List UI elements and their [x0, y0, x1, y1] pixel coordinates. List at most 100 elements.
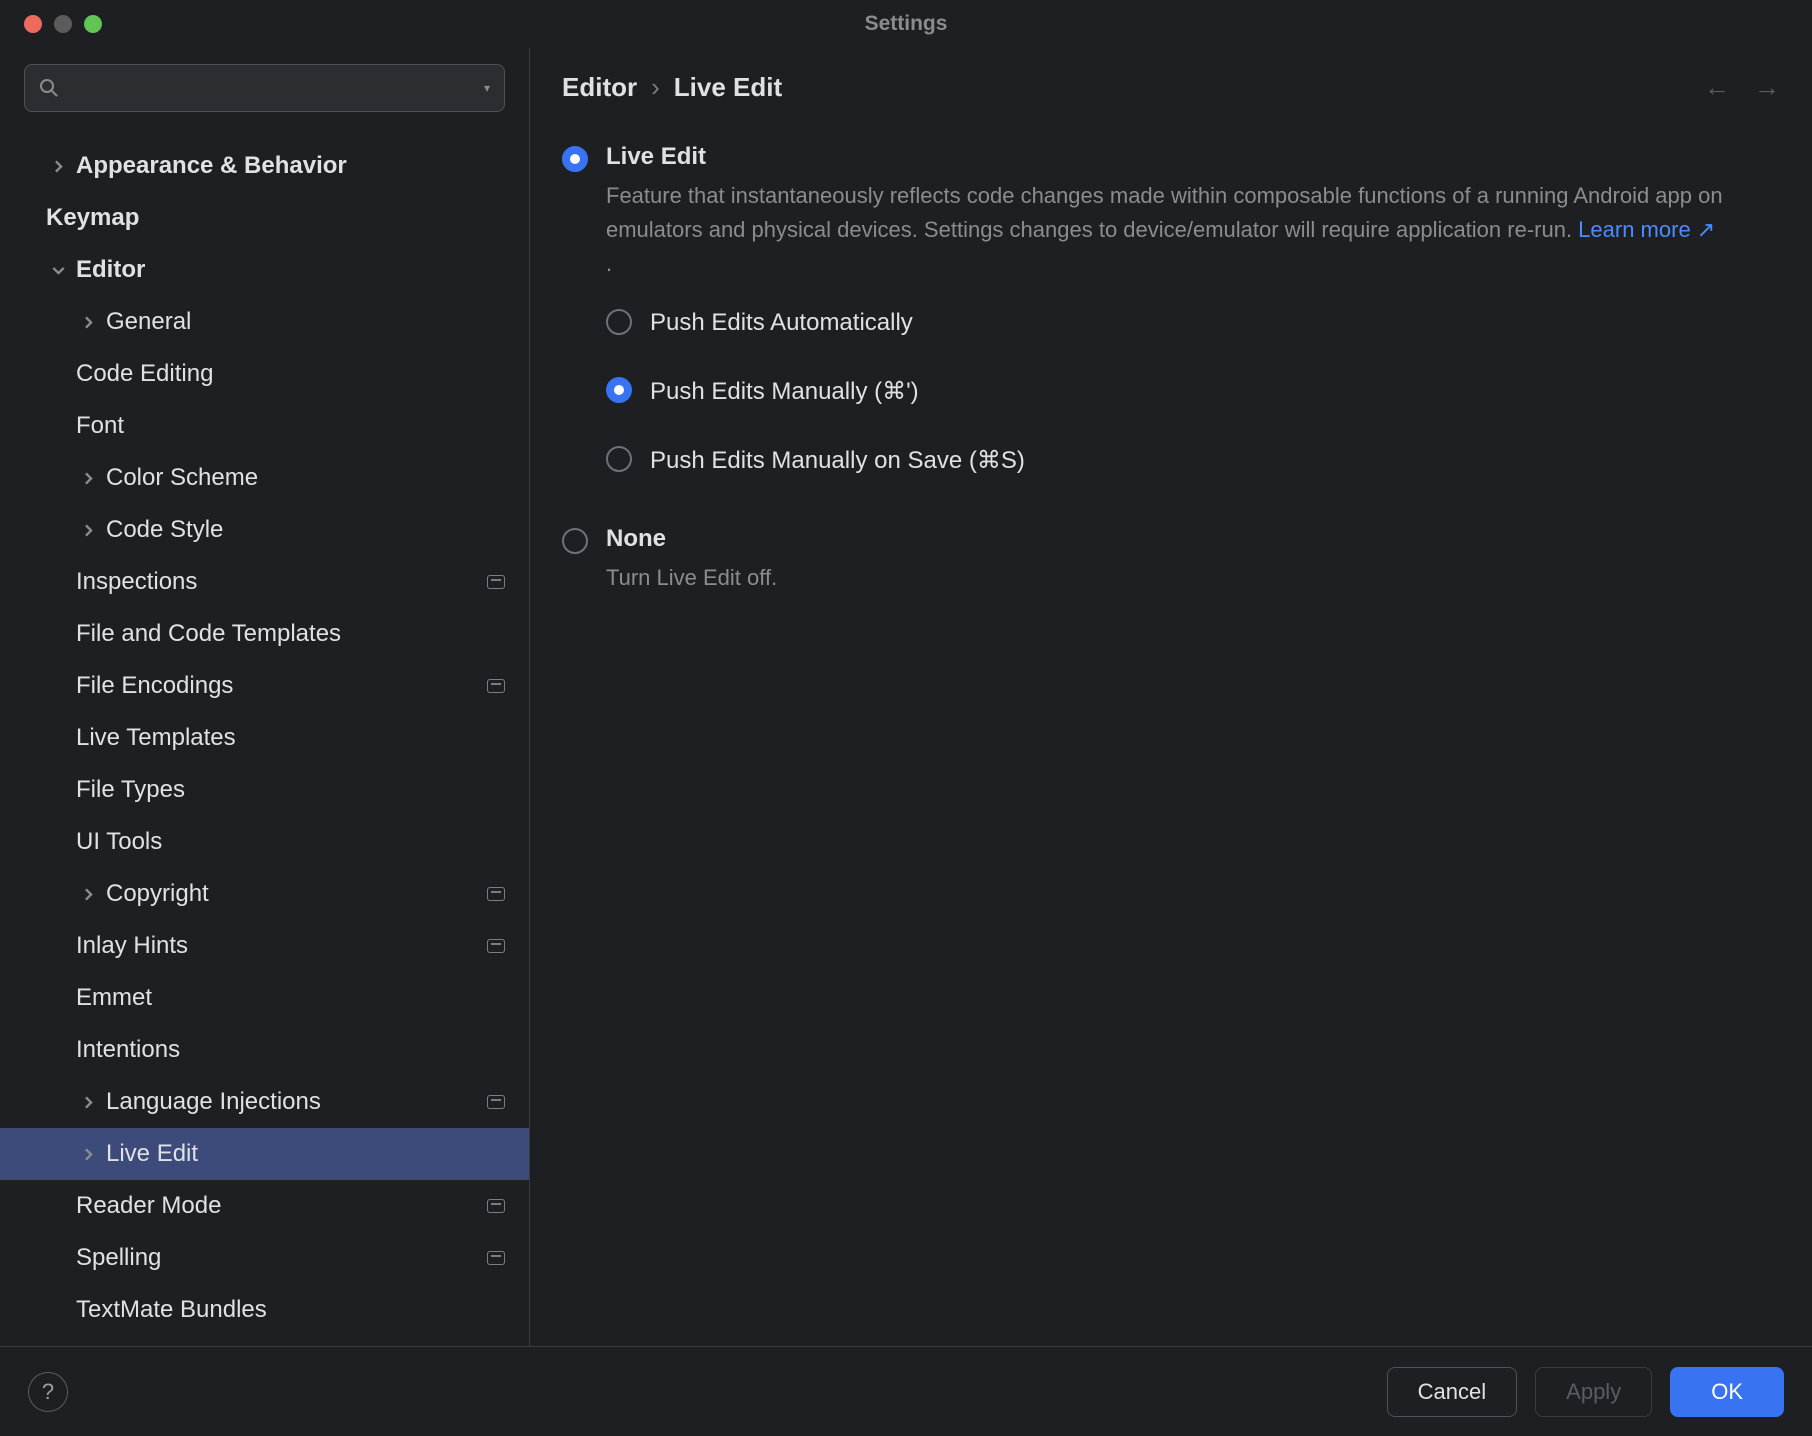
tree-item-label: File Encodings — [76, 672, 233, 700]
tree-item-keymap[interactable]: Keymap — [0, 192, 529, 244]
tree-item-label: Live Templates — [76, 724, 236, 752]
search-icon — [39, 78, 59, 98]
tree-item-font[interactable]: Font — [0, 400, 529, 452]
nav-arrows: ← → — [1704, 72, 1780, 103]
tree-item-copyright[interactable]: Copyright — [0, 868, 529, 920]
maximize-window-button[interactable] — [84, 15, 102, 33]
tree-item-ui-tools[interactable]: UI Tools — [0, 816, 529, 868]
close-window-button[interactable] — [24, 15, 42, 33]
project-settings-icon — [487, 575, 505, 589]
dialog-footer: ? Cancel Apply OK — [0, 1346, 1812, 1436]
radio-sub-2[interactable] — [606, 446, 632, 472]
content-pane: Editor › Live Edit ← → Live Edit Feature… — [530, 48, 1812, 1346]
back-arrow-icon[interactable]: ← — [1704, 72, 1730, 103]
sub-option-label: Push Edits Manually on Save (⌘S) — [650, 446, 1025, 475]
option-none-description: Turn Live Edit off. — [606, 561, 1726, 595]
tree-item-label: Spelling — [76, 1244, 161, 1272]
radio-sub-0[interactable] — [606, 309, 632, 335]
titlebar: Settings — [0, 0, 1812, 48]
project-settings-icon — [487, 1095, 505, 1109]
settings-window: Settings ▾ Appearance & BehaviorKeymapEd… — [0, 0, 1812, 1436]
tree-item-color-scheme[interactable]: Color Scheme — [0, 452, 529, 504]
dropdown-icon: ▾ — [484, 81, 490, 95]
tree-item-inlay-hints[interactable]: Inlay Hints — [0, 920, 529, 972]
tree-item-label: Code Editing — [76, 360, 213, 388]
window-title: Settings — [865, 12, 948, 36]
dialog-body: ▾ Appearance & Behavior Keymap Editor Gener… — [0, 48, 1812, 1346]
sub-option-label: Push Edits Automatically — [650, 309, 913, 337]
project-settings-icon — [487, 939, 505, 953]
tree-item-label: Inlay Hints — [76, 932, 188, 960]
tree-item-code-editing[interactable]: Code Editing — [0, 348, 529, 400]
tree-item-editor[interactable]: Editor — [0, 244, 529, 296]
tree-item-reader-mode[interactable]: Reader Mode — [0, 1180, 529, 1232]
tree-item-live-templates[interactable]: Live Templates — [0, 712, 529, 764]
tree-item-spelling[interactable]: Spelling — [0, 1232, 529, 1284]
ok-button[interactable]: OK — [1670, 1367, 1784, 1417]
forward-arrow-icon[interactable]: → — [1754, 72, 1780, 103]
chevron-right-icon[interactable] — [46, 160, 70, 173]
tree-item-label: TextMate Bundles — [76, 1296, 267, 1324]
project-settings-icon — [487, 1199, 505, 1213]
chevron-right-icon[interactable] — [76, 524, 100, 537]
tree-item-label: Intentions — [76, 1036, 180, 1064]
tree-item-label: Editor — [76, 256, 145, 284]
radio-sub-1[interactable] — [606, 377, 632, 403]
sub-options: Push Edits Automatically Push Edits Manua… — [606, 309, 1780, 485]
tree-item-file-encodings[interactable]: File Encodings — [0, 660, 529, 712]
tree-item-label: Live Edit — [106, 1140, 198, 1168]
minimize-window-button[interactable] — [54, 15, 72, 33]
tree-item-code-style[interactable]: Code Style — [0, 504, 529, 556]
tree-item-language-injections[interactable]: Language Injections — [0, 1076, 529, 1128]
tree-item-intentions[interactable]: Intentions — [0, 1024, 529, 1076]
sub-option-0[interactable]: Push Edits Automatically — [606, 309, 1780, 337]
tree-item-emmet[interactable]: Emmet — [0, 972, 529, 1024]
tree-item-file-types[interactable]: File Types — [0, 764, 529, 816]
tree-item-inspections[interactable]: Inspections — [0, 556, 529, 608]
chevron-down-icon[interactable] — [46, 264, 70, 277]
tree-item-label: UI Tools — [76, 828, 162, 856]
breadcrumb-parent[interactable]: Editor — [562, 72, 637, 103]
radio-none[interactable] — [562, 528, 588, 554]
chevron-right-icon[interactable] — [76, 472, 100, 485]
option-none-title: None — [606, 525, 1780, 553]
tree-item-label: Inspections — [76, 568, 197, 596]
search-input[interactable] — [69, 77, 474, 100]
tree-item-label: Color Scheme — [106, 464, 258, 492]
tree-item-label: File and Code Templates — [76, 620, 341, 648]
help-button[interactable]: ? — [28, 1372, 68, 1412]
option-none[interactable]: None Turn Live Edit off. — [562, 525, 1780, 595]
tree-item-appearance-behavior[interactable]: Appearance & Behavior — [0, 140, 529, 192]
tree-item-file-and-code-templates[interactable]: File and Code Templates — [0, 608, 529, 660]
tree-item-label: Copyright — [106, 880, 209, 908]
tree-item-label: General — [106, 308, 191, 336]
sub-option-1[interactable]: Push Edits Manually (⌘') — [606, 377, 1780, 406]
project-settings-icon — [487, 1251, 505, 1265]
radio-live-edit[interactable] — [562, 146, 588, 172]
apply-button[interactable]: Apply — [1535, 1367, 1652, 1417]
tree-item-label: Appearance & Behavior — [76, 152, 347, 180]
tree-item-general[interactable]: General — [0, 296, 529, 348]
tree-item-label: Emmet — [76, 984, 152, 1012]
breadcrumb-current: Live Edit — [674, 72, 782, 103]
tree-item-textmate-bundles[interactable]: TextMate Bundles — [0, 1284, 529, 1336]
tree-item-live-edit[interactable]: Live Edit — [0, 1128, 529, 1180]
chevron-right-icon[interactable] — [76, 1148, 100, 1161]
sub-option-2[interactable]: Push Edits Manually on Save (⌘S) — [606, 446, 1780, 475]
button-group: Cancel Apply OK — [1387, 1367, 1784, 1417]
search-box[interactable]: ▾ — [24, 64, 505, 112]
breadcrumb-separator: › — [651, 72, 660, 103]
option-live-edit-title: Live Edit — [606, 143, 1780, 171]
learn-more-link[interactable]: Learn more ↗ — [1578, 213, 1715, 247]
option-live-edit[interactable]: Live Edit Feature that instantaneously r… — [562, 143, 1780, 515]
cancel-button[interactable]: Cancel — [1387, 1367, 1517, 1417]
window-controls — [24, 15, 102, 33]
help-icon: ? — [42, 1379, 54, 1405]
settings-tree[interactable]: Appearance & Behavior Keymap Editor General… — [0, 128, 529, 1346]
chevron-right-icon[interactable] — [76, 888, 100, 901]
chevron-right-icon[interactable] — [76, 1096, 100, 1109]
tree-item-label: Code Style — [106, 516, 223, 544]
tree-item-label: Font — [76, 412, 124, 440]
tree-item-label: File Types — [76, 776, 185, 804]
chevron-right-icon[interactable] — [76, 316, 100, 329]
